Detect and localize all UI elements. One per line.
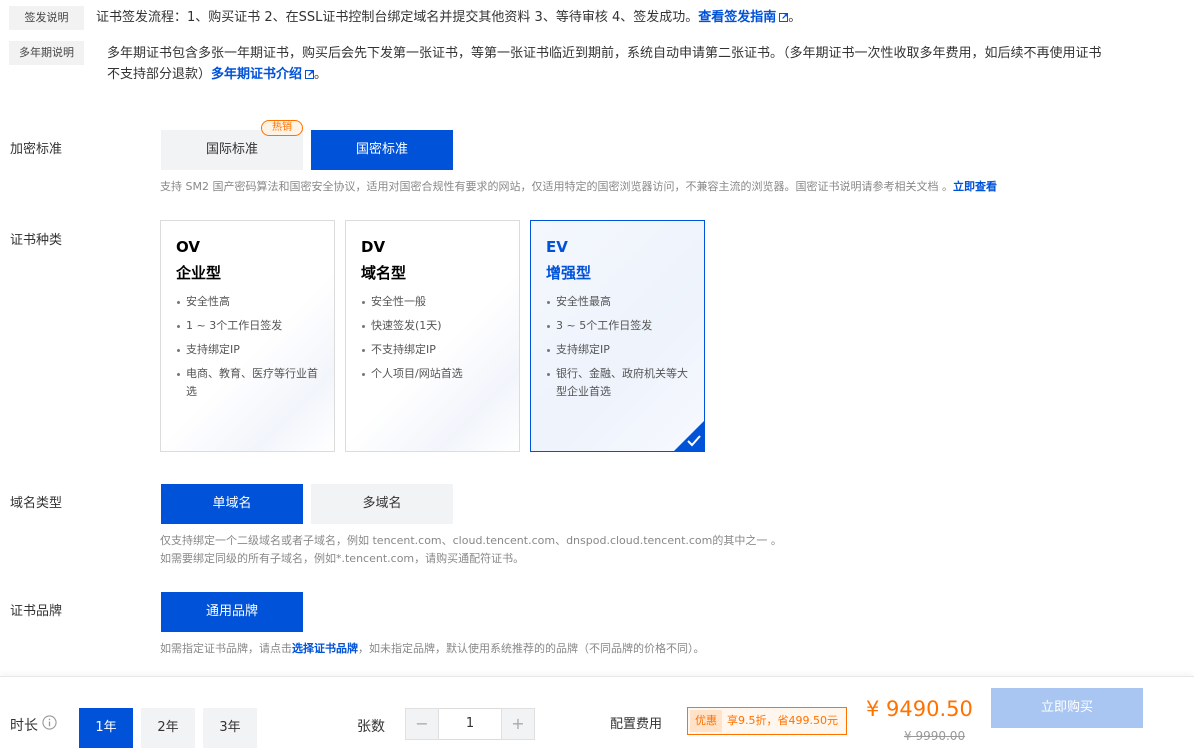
domain-type-label: 域名类型	[10, 496, 63, 511]
cert-name: 域名型	[361, 264, 407, 282]
select-brand-link[interactable]: 选择证书品牌	[292, 642, 358, 655]
brand-option-generic[interactable]: 通用品牌	[161, 592, 303, 632]
cert-card-ev[interactable]: EV 增强型 安全性最高 3 ~ 5个工作日签发 支持绑定IP 银行、金融、政府…	[530, 220, 705, 452]
cert-feature: 安全性一般	[361, 293, 511, 311]
original-price: ¥ 9990.00	[904, 729, 966, 743]
domain-option-multi[interactable]: 多域名	[311, 484, 453, 524]
brand-label: 证书品牌	[10, 604, 63, 619]
quantity-label: 张数	[357, 719, 385, 735]
cert-feature: 1 ~ 3个工作日签发	[176, 317, 326, 335]
cert-feature: 3 ~ 5个工作日签发	[546, 317, 696, 335]
cert-feature: 安全性最高	[546, 293, 696, 311]
hot-badge: 热销	[261, 120, 303, 136]
cert-features: 安全性最高 3 ~ 5个工作日签发 支持绑定IP 银行、金融、政府机关等大型企业…	[546, 293, 696, 407]
cert-features: 安全性一般 快速签发(1天) 不支持绑定IP 个人项目/网站首选	[361, 293, 511, 389]
domain-hint-1: 仅支持绑定一个二级域名或者子域名，例如 tencent.com、cloud.te…	[160, 534, 782, 547]
cert-name: 企业型	[176, 264, 222, 282]
quantity-plus-button[interactable]: +	[501, 708, 535, 740]
fee-label: 配置费用	[610, 717, 663, 732]
external-link-icon	[779, 13, 789, 22]
issuance-note: 证书签发流程：1、购买证书 2、在SSL证书控制台绑定域名并提交其他资料 3、等…	[96, 7, 801, 28]
encryption-view-link[interactable]: 立即查看	[953, 180, 997, 193]
discount-text: 享9.5折，省499.50元	[727, 714, 838, 727]
brand-hint: 如需指定证书品牌，请点击选择证书品牌，如未指定品牌，默认使用系统推荐的的品牌（不…	[160, 642, 705, 655]
cert-code: OV	[176, 238, 200, 256]
quantity-minus-button[interactable]: −	[405, 708, 439, 740]
external-link-icon	[305, 70, 315, 79]
cert-feature: 银行、金融、政府机关等大型企业首选	[546, 365, 696, 401]
cert-feature: 电商、教育、医疗等行业首选	[176, 365, 326, 401]
multiyear-line1: 多年期证书包含多张一年期证书，购买后会先下发第一张证书，等第一张证书临近到期前，…	[107, 46, 1102, 61]
encryption-hint: 支持 SM2 国产密码算法和国密安全协议，适用对国密合规性有要求的网站，仅适用特…	[160, 180, 997, 193]
cert-code: EV	[546, 238, 568, 256]
cert-name: 增强型	[546, 264, 592, 282]
encryption-option-international[interactable]: 国际标准	[161, 130, 303, 170]
duration-2y[interactable]: 2年	[141, 708, 195, 748]
issuance-tail: 。	[788, 10, 802, 25]
issuance-tag: 签发说明	[9, 6, 84, 30]
info-icon[interactable]	[42, 715, 57, 730]
cert-feature: 快速签发(1天)	[361, 317, 511, 335]
cert-feature: 不支持绑定IP	[361, 341, 511, 359]
domain-option-single[interactable]: 单域名	[161, 484, 303, 524]
cert-features: 安全性高 1 ~ 3个工作日签发 支持绑定IP 电商、教育、医疗等行业首选	[176, 293, 326, 407]
cert-code: DV	[361, 238, 386, 256]
discount-badge: 优惠 享9.5折，省499.50元	[687, 707, 847, 735]
duration-3y[interactable]: 3年	[203, 708, 257, 748]
cert-card-ov[interactable]: OV 企业型 安全性高 1 ~ 3个工作日签发 支持绑定IP 电商、教育、医疗等…	[160, 220, 335, 452]
cert-type-label: 证书种类	[10, 233, 63, 248]
price: ¥ 9490.50	[866, 697, 973, 721]
multiyear-tag: 多年期说明	[9, 41, 84, 65]
issuance-guide-link[interactable]: 查看签发指南	[698, 10, 789, 25]
multiyear-intro-link[interactable]: 多年期证书介绍	[211, 67, 315, 82]
cert-feature: 个人项目/网站首选	[361, 365, 511, 383]
cert-feature: 安全性高	[176, 293, 326, 311]
cert-card-dv[interactable]: DV 域名型 安全性一般 快速签发(1天) 不支持绑定IP 个人项目/网站首选	[345, 220, 520, 452]
domain-hint-2: 如需要绑定同级的所有子域名，例如*.tencent.com，请购买通配符证书。	[160, 552, 525, 565]
multiyear-tail: 。	[314, 67, 328, 82]
cert-feature: 支持绑定IP	[176, 341, 326, 359]
cert-feature: 支持绑定IP	[546, 341, 696, 359]
discount-tag: 优惠	[690, 710, 722, 732]
duration-label: 时长	[10, 718, 38, 734]
quantity-input[interactable]: 1	[439, 708, 501, 740]
duration-1y[interactable]: 1年	[79, 708, 133, 748]
buy-now-button[interactable]: 立即购买	[991, 688, 1143, 728]
encryption-option-sm[interactable]: 国密标准	[311, 130, 453, 170]
issuance-text: 证书签发流程：1、购买证书 2、在SSL证书控制台绑定域名并提交其他资料 3、等…	[96, 10, 699, 25]
multiyear-line2: 不支持部分退款）	[107, 67, 212, 82]
encryption-label: 加密标准	[10, 142, 63, 157]
check-icon	[687, 435, 701, 447]
multiyear-note: 多年期证书包含多张一年期证书，购买后会先下发第一张证书，等第一张证书临近到期前，…	[107, 43, 1187, 85]
